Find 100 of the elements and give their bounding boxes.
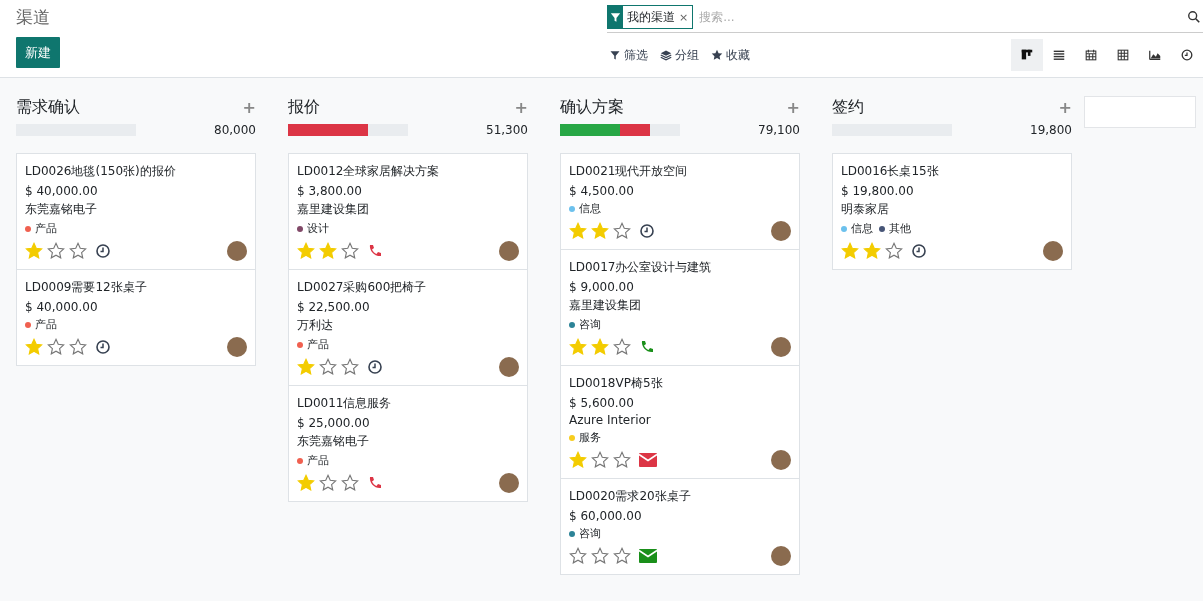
card-title: LD0011信息服务 <box>297 395 393 412</box>
opportunity-card[interactable]: LD0009需要12张桌子 $ 40,000.00 产品 <box>17 270 255 365</box>
tag-label: 产品 <box>35 317 57 332</box>
empty-star-icon[interactable] <box>47 242 65 260</box>
tag-label: 其他 <box>889 221 911 236</box>
filter-facet[interactable]: 我的渠道 × <box>607 5 694 29</box>
opportunity-card[interactable]: LD0021现代开放空间 $ 4,500.00 信息 <box>561 154 799 250</box>
filled-star-icon[interactable] <box>297 242 315 260</box>
search-field[interactable]: 我的渠道 × 搜索... <box>607 2 1203 33</box>
phone-icon[interactable] <box>367 475 383 491</box>
card-amount: $ 5,600.00 <box>569 396 635 410</box>
empty-star-icon[interactable] <box>885 242 903 260</box>
clock-icon[interactable] <box>911 243 927 259</box>
card-title: LD0017办公室设计与建筑 <box>569 259 713 276</box>
filled-star-icon[interactable] <box>569 451 587 469</box>
empty-star-icon[interactable] <box>69 338 87 356</box>
card-title: LD0009需要12张桌子 <box>25 279 148 296</box>
opportunity-card[interactable]: LD0012全球家居解决方案 $ 3,800.00 嘉里建设集团 设计 <box>289 154 527 270</box>
empty-star-icon[interactable] <box>319 358 337 376</box>
remove-facet-button[interactable]: × <box>679 10 693 24</box>
card-title: LD0018VP椅5张 <box>569 375 664 392</box>
column-total: 79,100 <box>758 123 800 137</box>
card-amount: $ 9,000.00 <box>569 280 635 294</box>
group-menu-button[interactable]: 分组 <box>658 44 701 66</box>
filled-star-icon[interactable] <box>569 338 587 356</box>
clock-icon[interactable] <box>95 339 111 355</box>
card-amount: $ 25,000.00 <box>297 416 371 430</box>
new-button[interactable]: 新建 <box>16 37 60 68</box>
kanban-view-button[interactable] <box>1011 39 1043 71</box>
tag-label: 产品 <box>307 453 329 468</box>
filled-star-icon[interactable] <box>841 242 859 260</box>
filled-star-icon[interactable] <box>569 222 587 240</box>
empty-star-icon[interactable] <box>341 474 359 492</box>
empty-star-icon[interactable] <box>569 547 587 565</box>
empty-star-icon[interactable] <box>341 358 359 376</box>
card-amount: $ 60,000.00 <box>569 509 643 523</box>
column-title: 报价 <box>288 96 320 118</box>
filter-icon <box>609 49 621 61</box>
column-title: 需求确认 <box>16 96 80 118</box>
tag-label: 信息 <box>851 221 873 236</box>
filled-star-icon[interactable] <box>591 338 609 356</box>
empty-star-icon[interactable] <box>591 547 609 565</box>
filled-star-icon[interactable] <box>319 242 337 260</box>
filled-star-icon[interactable] <box>297 358 315 376</box>
area-chart-icon <box>1148 48 1162 62</box>
filled-star-icon[interactable] <box>25 338 43 356</box>
tag-label: 产品 <box>35 221 57 236</box>
column-total: 51,300 <box>486 123 528 137</box>
tag-label: 产品 <box>307 337 329 352</box>
opportunity-card[interactable]: LD0016长桌15张 $ 19,800.00 明泰家居 信息 其他 <box>833 154 1071 269</box>
clock-icon[interactable] <box>367 359 383 375</box>
facet-label: 我的渠道 <box>626 8 676 26</box>
empty-star-icon[interactable] <box>341 242 359 260</box>
empty-star-icon[interactable] <box>613 222 631 240</box>
avatar <box>499 241 519 261</box>
card-title: LD0020需求20张桌子 <box>569 488 692 505</box>
filter-menu-button[interactable]: 筛选 <box>607 44 650 66</box>
new-column-field[interactable] <box>1084 96 1196 128</box>
empty-star-icon[interactable] <box>591 451 609 469</box>
card-title: LD0027采购600把椅子 <box>297 279 428 296</box>
calendar-icon <box>1084 48 1098 62</box>
filled-star-icon[interactable] <box>297 474 315 492</box>
phone-icon[interactable] <box>639 339 655 355</box>
empty-star-icon[interactable] <box>319 474 337 492</box>
card-customer: 东莞嘉铭电子 <box>297 433 370 450</box>
avatar <box>771 546 791 566</box>
opportunity-card[interactable]: LD0011信息服务 $ 25,000.00 东莞嘉铭电子 产品 <box>289 386 527 501</box>
clock-icon[interactable] <box>639 223 655 239</box>
filled-star-icon[interactable] <box>25 242 43 260</box>
empty-star-icon[interactable] <box>47 338 65 356</box>
grid-icon <box>1116 48 1130 62</box>
empty-star-icon[interactable] <box>613 547 631 565</box>
empty-star-icon[interactable] <box>613 338 631 356</box>
card-customer: 嘉里建设集团 <box>297 201 370 218</box>
search-icon[interactable] <box>1187 10 1201 24</box>
opportunity-card[interactable]: LD0017办公室设计与建筑 $ 9,000.00 嘉里建设集团 咨询 <box>561 250 799 366</box>
card-customer: 东莞嘉铭电子 <box>25 201 98 218</box>
empty-star-icon[interactable] <box>613 451 631 469</box>
avatar <box>771 221 791 241</box>
filled-star-icon[interactable] <box>591 222 609 240</box>
card-amount: $ 40,000.00 <box>25 300 99 314</box>
phone-icon[interactable] <box>367 243 383 259</box>
tag-label: 咨询 <box>579 317 601 332</box>
favorite-menu-button[interactable]: 收藏 <box>709 44 752 66</box>
clock-icon[interactable] <box>95 243 111 259</box>
column-title: 签约 <box>832 96 864 118</box>
envelope-icon[interactable] <box>639 549 657 563</box>
card-customer: 嘉里建设集团 <box>569 297 642 314</box>
filled-star-icon[interactable] <box>863 242 881 260</box>
opportunity-card[interactable]: LD0018VP椅5张 $ 5,600.00 Azure Interior 服务 <box>561 366 799 479</box>
empty-star-icon[interactable] <box>69 242 87 260</box>
tag-label: 设计 <box>307 221 329 236</box>
opportunity-card[interactable]: LD0026地毯(150张)的报价 $ 40,000.00 东莞嘉铭电子 产品 <box>17 154 255 270</box>
avatar <box>771 450 791 470</box>
envelope-icon[interactable] <box>639 453 657 467</box>
avatar <box>227 337 247 357</box>
avatar <box>227 241 247 261</box>
card-amount: $ 3,800.00 <box>297 184 363 198</box>
opportunity-card[interactable]: LD0020需求20张桌子 $ 60,000.00 咨询 <box>561 479 799 574</box>
opportunity-card[interactable]: LD0027采购600把椅子 $ 22,500.00 万利达 产品 <box>289 270 527 386</box>
